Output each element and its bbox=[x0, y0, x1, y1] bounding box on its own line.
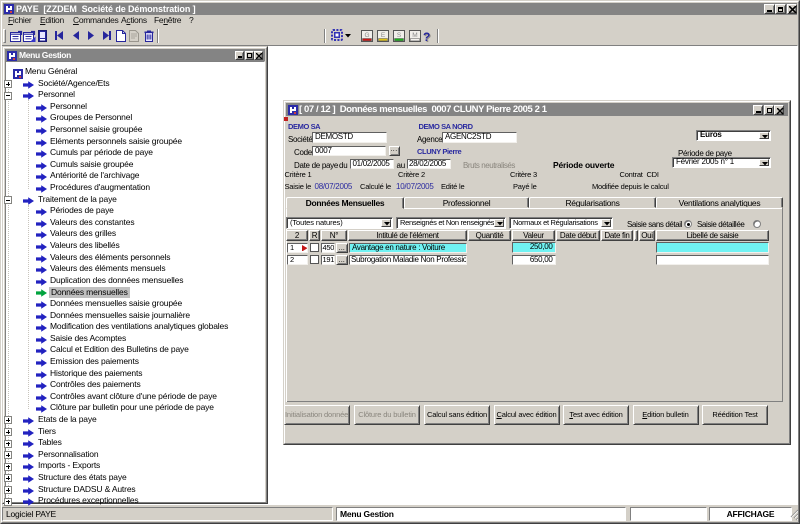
svg-text:M: M bbox=[412, 32, 417, 39]
svg-text:S: S bbox=[397, 32, 402, 39]
svg-text:E: E bbox=[381, 32, 386, 39]
svg-text:G: G bbox=[364, 32, 369, 39]
